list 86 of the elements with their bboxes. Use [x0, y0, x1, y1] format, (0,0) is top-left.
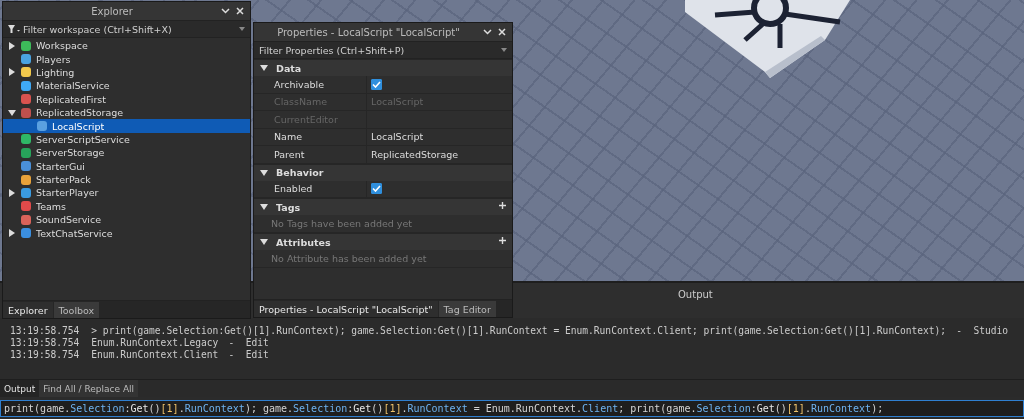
property-name: Archivable — [254, 76, 367, 93]
tree-item[interactable]: ReplicatedStorage — [3, 105, 250, 120]
log-time: 13:19:58.754 — [10, 325, 80, 337]
expand-arrow-icon[interactable] — [8, 68, 15, 77]
item-label: ReplicatedFirst — [36, 93, 106, 105]
item-label: Workspace — [36, 40, 88, 52]
tree-item[interactable]: ReplicatedFirst — [3, 92, 250, 106]
add-icon[interactable] — [499, 237, 506, 244]
item-label: StarterPack — [36, 174, 91, 186]
chevron-icon[interactable] — [483, 29, 492, 35]
tree-item[interactable]: TextChatService — [3, 226, 250, 240]
collapse-arrow-icon[interactable] — [260, 239, 268, 245]
item-label: StarterPlayer — [36, 187, 99, 199]
item-label: SoundService — [36, 214, 102, 226]
collapse-arrow-icon[interactable] — [260, 169, 268, 176]
log-message: Enum.RunContext.Legacy — [91, 337, 219, 349]
log-source: - Studio — [956, 325, 1009, 337]
item-label: MaterialService — [36, 80, 110, 92]
log-time: 13:19:58.754 — [10, 349, 80, 361]
tree-item[interactable]: SoundService — [3, 213, 250, 227]
item-label: ServerStorage — [36, 147, 105, 159]
dropdown-icon — [501, 48, 507, 52]
checkbox[interactable] — [371, 183, 382, 195]
chevron-icon[interactable] — [221, 8, 230, 14]
item-label: ReplicatedStorage — [36, 107, 124, 119]
panel-tab[interactable]: Explorer — [3, 302, 53, 318]
property-name: ClassName — [254, 93, 367, 110]
tree-item[interactable]: ServerScriptService — [3, 132, 250, 147]
log-time: 13:19:58.754 — [10, 337, 80, 349]
panel-tab[interactable]: Properties - LocalScript "LocalScript" — [254, 301, 438, 317]
tree-item[interactable]: StarterPlayer — [3, 186, 250, 200]
property-name: Name — [254, 128, 367, 145]
expand-arrow-icon[interactable] — [8, 189, 15, 197]
filter-field[interactable]: Filter workspace (Ctrl+Shift+X) — [23, 23, 236, 35]
dropdown-icon — [239, 27, 245, 31]
filter-bar[interactable]: Filter Properties (Ctrl+Shift+P) — [254, 42, 512, 59]
close-icon[interactable] — [236, 7, 244, 15]
log-source: - Edit — [228, 337, 269, 349]
filter-icon — [8, 25, 20, 33]
tree-item[interactable]: ServerStorage — [3, 146, 250, 160]
expand-arrow-icon[interactable] — [8, 229, 15, 238]
property-name: Parent — [254, 146, 367, 163]
item-label: StarterGui — [36, 160, 85, 172]
item-label: ServerScriptService — [36, 133, 130, 145]
output-title: Output — [678, 289, 713, 300]
empty-message: No Tags have been added yet — [271, 218, 413, 229]
collapse-arrow-icon[interactable] — [260, 65, 268, 71]
filter-bar[interactable]: Filter workspace (Ctrl+Shift+X) — [3, 21, 250, 38]
tree-item[interactable]: LocalScript — [3, 119, 250, 133]
collapse-arrow-icon[interactable] — [260, 204, 268, 210]
output-tab[interactable]: Output — [0, 380, 40, 397]
section-title: Tags — [276, 201, 302, 213]
window-title: Explorer — [90, 5, 134, 17]
item-label: Players — [36, 53, 71, 65]
section-title: Data — [276, 62, 303, 74]
tree-item[interactable]: Players — [3, 52, 250, 66]
tree-item[interactable]: Lighting — [3, 65, 250, 80]
checkbox[interactable] — [371, 78, 382, 90]
tree-item[interactable]: Teams — [3, 199, 250, 214]
panel-tab[interactable]: Tag Editor — [438, 301, 496, 317]
tree-item[interactable]: MaterialService — [3, 79, 250, 93]
window-title: Properties - LocalScript "LocalScript" — [276, 26, 461, 38]
item-label: Teams — [36, 200, 67, 212]
tree-item[interactable]: Workspace — [3, 39, 250, 53]
property-name: Enabled — [254, 180, 367, 197]
log-message: Enum.RunContext.Client — [91, 349, 219, 361]
section-title: Behavior — [276, 167, 325, 178]
tree-item[interactable]: StarterGui — [3, 159, 250, 173]
tree-item[interactable]: StarterPack — [3, 172, 250, 187]
item-label: Lighting — [36, 66, 75, 78]
log-source: - Edit — [228, 349, 269, 361]
command-bar-field[interactable]: print(game.Selection:Get()[1].RunContext); game.Selection:Get()[1].RunContext = Enum.RunContext.Client; print(game.Selection:Get()[1].RunContext); — [0, 400, 1024, 417]
add-icon[interactable] — [499, 202, 506, 209]
item-label: TextChatService — [36, 227, 113, 239]
expand-arrow-icon[interactable] — [7, 109, 16, 116]
item-label: LocalScript — [52, 120, 105, 132]
close-icon[interactable] — [498, 28, 506, 36]
property-value[interactable]: ReplicatedStorage — [371, 148, 459, 160]
property-value[interactable]: LocalScript — [371, 131, 424, 143]
expand-arrow-icon[interactable] — [8, 41, 15, 50]
output-tab[interactable]: Find All / Replace All — [39, 380, 139, 397]
panel-tab[interactable]: Toolbox — [53, 302, 100, 318]
log-message: > print(game.Selection:Get()[1].RunContext); game.Selection:Get()[1].RunContext = Enum.RunContext.Client; print(game.Selection:Get()[1].RunContext); — [91, 325, 947, 337]
filter-field[interactable]: Filter Properties (Ctrl+Shift+P) — [259, 44, 498, 56]
empty-message: No Attribute has been added yet — [271, 253, 427, 264]
section-title: Attributes — [276, 236, 332, 248]
